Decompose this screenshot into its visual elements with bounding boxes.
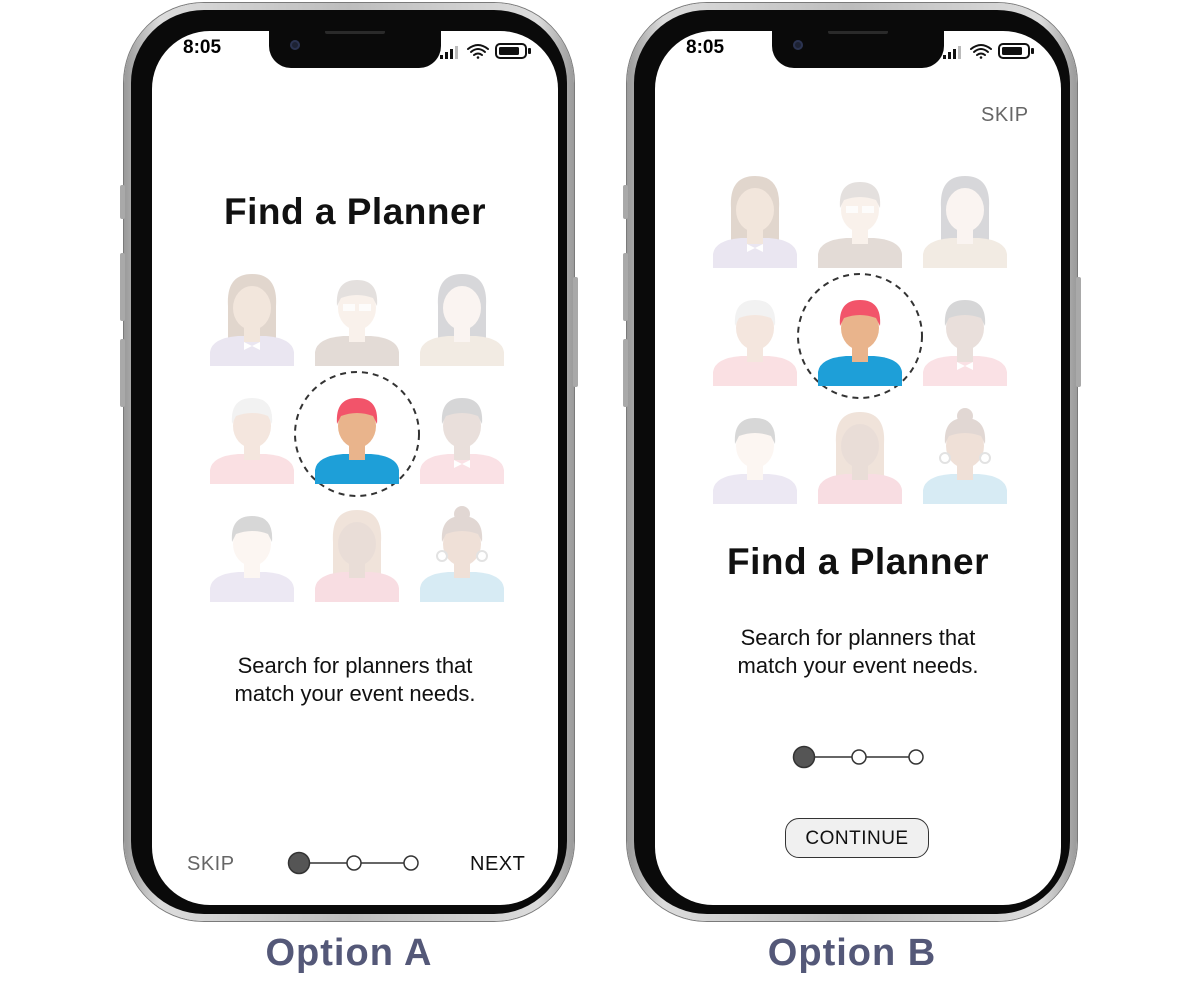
skip-button[interactable]: SKIP	[981, 104, 1029, 127]
status-icons	[440, 43, 531, 59]
volume-down-button	[623, 339, 628, 407]
step-indicator-graphic	[287, 851, 419, 875]
planner-avatar-icon[interactable]	[705, 168, 805, 268]
planner-avatar-icon[interactable]	[202, 384, 302, 484]
page-subtitle: Search for planners that match your even…	[655, 624, 1061, 680]
subtitle-line: match your event needs.	[737, 653, 979, 678]
next-button[interactable]: NEXT	[470, 853, 525, 876]
step-indicator-graphic	[792, 745, 924, 769]
step-dot[interactable]	[346, 855, 362, 871]
page-subtitle: Search for planners that match your even…	[152, 652, 558, 708]
planner-avatar-icon[interactable]	[915, 286, 1015, 386]
step-dot[interactable]	[403, 855, 419, 871]
planner-avatar-icon[interactable]	[412, 384, 512, 484]
step-indicator	[791, 744, 927, 770]
planner-avatar-icon[interactable]	[202, 266, 302, 366]
step-dot-active[interactable]	[287, 851, 311, 875]
camera-icon	[290, 40, 300, 50]
step-dot[interactable]	[908, 749, 924, 765]
signal-icon	[943, 46, 961, 59]
subtitle-line: Search for planners that	[237, 653, 473, 678]
planner-avatar-grid	[705, 168, 1015, 518]
step-dot-active[interactable]	[792, 745, 816, 769]
planner-avatar-icon[interactable]	[915, 168, 1015, 268]
planner-avatar-grid	[202, 266, 512, 616]
planner-avatar-selected[interactable]	[294, 371, 420, 497]
mute-switch	[120, 185, 125, 219]
planner-avatar-icon[interactable]	[412, 502, 512, 602]
screen-option-b: 8:05 SKIP Find a Planner Search for plan…	[655, 31, 1061, 905]
planner-avatar-icon[interactable]	[705, 286, 805, 386]
status-time: 8:05	[686, 37, 725, 58]
planner-avatar-icon[interactable]	[307, 502, 407, 602]
planner-avatar-icon[interactable]	[412, 266, 512, 366]
planner-avatar-selected[interactable]	[797, 273, 923, 399]
battery-icon	[998, 43, 1034, 59]
planner-avatar-icon[interactable]	[705, 404, 805, 504]
option-b-label: Option B	[767, 932, 937, 974]
page-title: Find a Planner	[727, 541, 989, 582]
planner-avatar-icon[interactable]	[915, 404, 1015, 504]
volume-up-button	[623, 253, 628, 321]
planner-avatar-icon[interactable]	[307, 266, 407, 366]
planner-avatar-icon[interactable]	[202, 502, 302, 602]
battery-icon	[495, 43, 531, 59]
phone-option-a: 8:05 Find a Planner Search for planners …	[120, 3, 578, 921]
camera-icon	[793, 40, 803, 50]
screen-option-a: 8:05 Find a Planner Search for planners …	[152, 31, 558, 905]
step-indicator	[286, 850, 422, 876]
planner-avatar-icon[interactable]	[810, 168, 910, 268]
phone-option-b: 8:05 SKIP Find a Planner Search for plan…	[623, 3, 1081, 921]
volume-up-button	[120, 253, 125, 321]
mute-switch	[623, 185, 628, 219]
signal-icon	[440, 46, 458, 59]
step-dot[interactable]	[851, 749, 867, 765]
volume-down-button	[120, 339, 125, 407]
subtitle-line: match your event needs.	[234, 681, 476, 706]
status-time: 8:05	[183, 37, 222, 58]
status-icons	[943, 43, 1034, 59]
skip-button[interactable]: SKIP	[187, 853, 235, 876]
power-button	[1076, 277, 1081, 387]
page-title: Find a Planner	[224, 191, 486, 232]
option-a-label: Option A	[265, 932, 433, 974]
continue-button[interactable]: CONTINUE	[785, 818, 929, 858]
power-button	[573, 277, 578, 387]
notch	[269, 31, 441, 68]
subtitle-line: Search for planners that	[740, 625, 976, 650]
wifi-icon	[970, 44, 992, 59]
wifi-icon	[467, 44, 489, 59]
planner-avatar-icon[interactable]	[810, 404, 910, 504]
notch	[772, 31, 944, 68]
